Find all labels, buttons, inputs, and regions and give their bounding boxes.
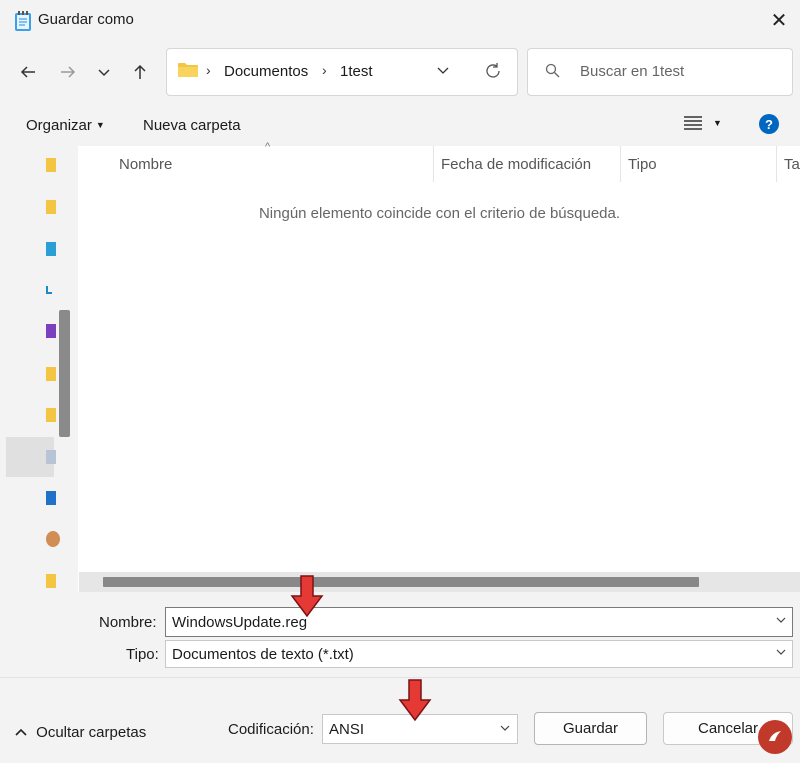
video-icon[interactable] xyxy=(46,324,56,338)
recent-locations-button[interactable] xyxy=(90,58,118,86)
search-icon xyxy=(545,63,560,82)
hide-folders-button[interactable]: Ocultar carpetas xyxy=(14,724,146,742)
chevron-down-icon[interactable] xyxy=(499,722,511,737)
breadcrumb-separator-icon: › xyxy=(206,62,211,78)
folder-icon[interactable] xyxy=(46,408,56,422)
chevron-up-icon xyxy=(14,725,28,742)
nav-scrollbar-thumb[interactable] xyxy=(59,310,70,437)
search-placeholder[interactable]: Buscar en 1test xyxy=(580,63,684,80)
horizontal-scrollbar-thumb[interactable] xyxy=(103,577,699,587)
forward-button[interactable] xyxy=(54,58,82,86)
column-header-size[interactable]: Ta xyxy=(784,156,800,173)
encoding-label: Codificación: xyxy=(228,721,314,738)
close-button[interactable]: ✕ xyxy=(766,6,792,34)
notepad-icon xyxy=(15,11,31,31)
hide-folders-label: Ocultar carpetas xyxy=(36,724,147,741)
download-icon[interactable] xyxy=(46,286,52,294)
empty-message: Ningún elemento coincide con el criterio… xyxy=(258,205,621,222)
encoding-value: ANSI xyxy=(329,720,365,738)
column-header-name[interactable]: Nombre xyxy=(119,156,172,173)
window-title: Guardar como xyxy=(38,11,134,28)
column-header-type[interactable]: Tipo xyxy=(628,156,657,173)
filename-input[interactable]: WindowsUpdate.reg xyxy=(165,607,793,637)
view-options-button[interactable] xyxy=(684,115,702,135)
command-bar xyxy=(0,102,800,146)
onedrive-icon[interactable] xyxy=(46,491,56,505)
organize-label: Organizar xyxy=(26,117,92,134)
column-separator xyxy=(620,146,621,182)
organize-menu[interactable]: Organizar ▼ xyxy=(26,117,105,134)
breadcrumb-documentos[interactable]: Documentos xyxy=(224,63,308,80)
chevron-down-icon xyxy=(98,69,110,77)
column-header-date[interactable]: Fecha de modificación xyxy=(441,156,591,173)
folder-icon[interactable] xyxy=(46,367,56,381)
folder-icon[interactable] xyxy=(46,574,56,588)
refresh-button[interactable] xyxy=(484,62,502,84)
breadcrumb-separator-icon: › xyxy=(322,62,327,78)
filetype-select[interactable]: Documentos de texto (*.txt) xyxy=(165,640,793,668)
caret-down-icon: ▼ xyxy=(95,120,105,130)
column-separator xyxy=(433,146,434,182)
back-button[interactable] xyxy=(14,58,42,86)
sort-indicator-icon: ^ xyxy=(265,141,271,153)
user-icon[interactable] xyxy=(46,531,60,547)
filename-label: Nombre: xyxy=(99,614,157,631)
document-icon[interactable] xyxy=(46,450,56,464)
help-icon[interactable]: ? xyxy=(759,114,779,134)
filetype-label: Tipo: xyxy=(126,646,159,663)
watermark-logo xyxy=(758,720,792,754)
chevron-down-icon[interactable] xyxy=(775,614,787,629)
filename-value: WindowsUpdate.reg xyxy=(172,613,308,631)
breadcrumb-1test[interactable]: 1test xyxy=(340,63,373,80)
filetype-value: Documentos de texto (*.txt) xyxy=(172,645,354,663)
list-view-icon xyxy=(684,116,702,130)
arrow-right-icon xyxy=(61,66,76,78)
column-separator xyxy=(776,146,777,182)
folder-icon[interactable] xyxy=(46,200,56,214)
desktop-icon[interactable] xyxy=(46,242,56,256)
folder-icon xyxy=(178,63,198,77)
folder-icon[interactable] xyxy=(46,158,56,172)
chevron-down-icon xyxy=(437,67,449,74)
close-icon: ✕ xyxy=(770,9,788,32)
address-dropdown-button[interactable] xyxy=(436,63,450,81)
arrow-up-icon xyxy=(134,64,146,79)
arrow-left-icon xyxy=(20,66,35,78)
save-button[interactable]: Guardar xyxy=(534,712,647,745)
annotation-arrow-icon xyxy=(290,575,324,618)
refresh-icon xyxy=(486,63,500,78)
caret-down-icon[interactable]: ▼ xyxy=(713,118,722,128)
new-folder-button[interactable]: Nueva carpeta xyxy=(143,117,241,134)
annotation-arrow-icon xyxy=(398,679,432,722)
chevron-down-icon[interactable] xyxy=(775,646,787,661)
up-button[interactable] xyxy=(126,58,154,86)
